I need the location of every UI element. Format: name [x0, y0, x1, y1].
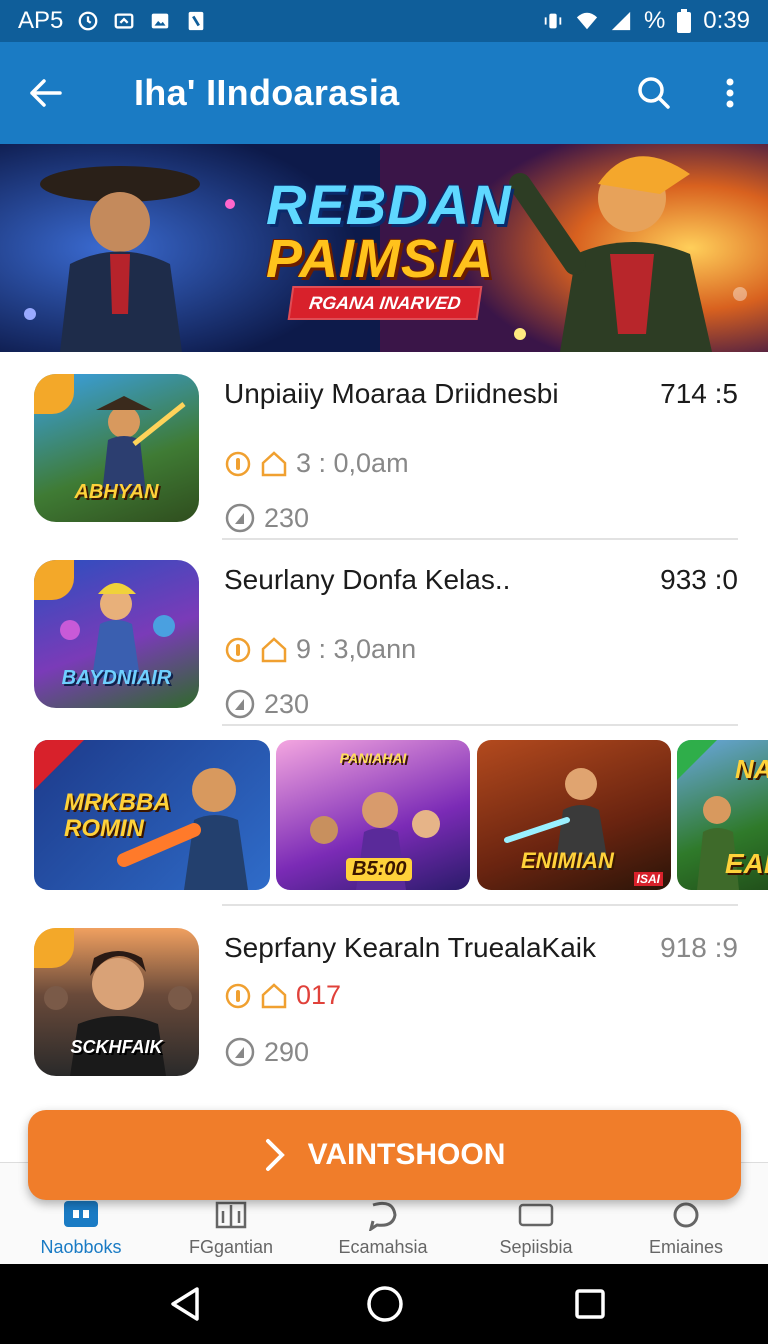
game-title: Seurlany Donfa Kelas.. [224, 564, 511, 595]
card-label: EAH [725, 848, 768, 879]
game-plays: 230 [224, 502, 309, 534]
game-title: Seprfany Kearaln TruealaKaik [224, 932, 596, 963]
game-row[interactable]: ABHYAN Unpiaiiy Moaraa Driidnesbi 714 :5… [0, 374, 768, 544]
card-label: MRKBBA ROMIN [64, 789, 170, 842]
cta-button[interactable]: VAINTSHOON [28, 1110, 741, 1200]
game-plays: 230 [224, 688, 309, 720]
game-plays: 290 [224, 1036, 309, 1068]
wifi-status-icon [576, 12, 598, 30]
chevron-right-icon [265, 1139, 285, 1171]
recents-square-icon [575, 1289, 605, 1319]
signal-status-icon [611, 11, 631, 31]
vibrate-status-icon [544, 13, 562, 29]
battery-status-icon [677, 9, 692, 33]
coin-icon [225, 451, 251, 476]
home-icon [261, 450, 287, 476]
back-triangle-icon [171, 1287, 199, 1321]
card-label: B5:00 [346, 858, 413, 881]
carousel-card[interactable]: ENIMIAN ISAI [477, 740, 671, 890]
coin-icon [225, 983, 251, 1008]
game-thumbnail: BAYDNIAIR [34, 560, 199, 708]
carousel-card[interactable]: PANIAHAI B5:00 [276, 740, 470, 890]
search-button[interactable] [616, 42, 692, 144]
game-score: 918 :9 [660, 932, 738, 963]
app-title: Iha' IIndoarasia [134, 72, 400, 113]
status-bar: AP5 % 0:39 [0, 0, 768, 42]
card-sublabel: ISAI [633, 872, 663, 886]
game-thumbnail: ABHYAN [34, 374, 199, 522]
profile-icon [673, 1202, 699, 1228]
nav-label: Sepiisbia [499, 1237, 573, 1257]
game-score: 933 :0 [660, 564, 738, 595]
game-thumbnail: SCKHFAIK [34, 928, 199, 1076]
status-time: 0:39 [703, 7, 750, 34]
thumbnail-label: ABHYAN [74, 481, 159, 503]
nav-label: FGgantian [188, 1237, 274, 1257]
cast-status-icon [114, 13, 134, 29]
card-label: ENIMIAN [521, 848, 614, 873]
cta-label: VAINTSHOON [307, 1138, 506, 1171]
carrier-label: AP5 [18, 7, 64, 34]
nav-label: Naobboks [40, 1237, 122, 1257]
banner-ribbon: RGANA INARVED [287, 286, 483, 320]
game-row[interactable]: SCKHFAIK Seprfany Kearaln TruealaKaik 91… [0, 928, 768, 1098]
banner-title-line2: PAIMSIA [266, 229, 495, 289]
play-count-icon [225, 1037, 255, 1067]
system-recents-button[interactable] [530, 1264, 650, 1344]
nav-label: Emiaines [648, 1237, 724, 1257]
home-icon [261, 982, 287, 1008]
featured-carousel[interactable]: MRKBBA ROMIN PANIAHAI B5:00 ENIMIAN ISAI… [0, 738, 768, 893]
promo-banner[interactable]: REBDAN PAIMSIA RGANA INARVED [0, 144, 768, 352]
thumbnail-label: BAYDNIAIR [61, 667, 172, 689]
card-sublabel: NA [735, 754, 768, 784]
divider [222, 724, 738, 726]
nfc-status-icon [189, 11, 204, 31]
game-meta: 9 : 3,0ann [224, 634, 416, 665]
card-sublabel: PANIAHAI [339, 750, 407, 766]
clock-status-icon [78, 11, 98, 31]
game-title: Unpiaiiy Moaraa Driidnesbi [224, 378, 559, 409]
nav-label: Ecamahsia [338, 1237, 428, 1257]
arrow-left-icon [30, 79, 62, 107]
home-circle-icon [367, 1286, 403, 1322]
divider [222, 904, 738, 906]
game-score: 714 :5 [660, 378, 738, 409]
game-meta: 3 : 0,0am [224, 448, 409, 479]
play-count-icon [225, 503, 255, 533]
game-meta-text: 3 : 0,0am [296, 448, 409, 478]
play-count-icon [225, 689, 255, 719]
more-vert-icon [726, 78, 734, 108]
home-icon [261, 636, 287, 662]
tv-icon [518, 1203, 554, 1227]
book-icon [215, 1201, 247, 1229]
battery-percent: % [643, 7, 666, 34]
thumbnail-label: SCKHFAIK [70, 1037, 163, 1057]
play-count: 230 [264, 502, 310, 533]
system-nav-bar [0, 1264, 768, 1344]
play-count: 230 [264, 688, 310, 719]
game-row[interactable]: BAYDNIAIR Seurlany Donfa Kelas.. 933 :0 … [0, 560, 768, 730]
system-home-button[interactable] [325, 1264, 445, 1344]
coin-icon [225, 637, 251, 662]
search-icon [638, 77, 670, 109]
game-meta-text: 9 : 3,0ann [296, 634, 417, 664]
chat-icon [368, 1201, 397, 1231]
home-grid-icon [64, 1201, 98, 1227]
game-meta: 017 [224, 980, 341, 1011]
carousel-card[interactable]: MRKBBA ROMIN [34, 740, 270, 890]
game-meta-text: 017 [296, 980, 342, 1010]
divider [222, 538, 738, 540]
back-button[interactable] [0, 42, 92, 144]
photo-status-icon [152, 13, 169, 29]
more-options-button[interactable] [692, 42, 768, 144]
system-back-button[interactable] [125, 1264, 245, 1344]
play-count: 290 [264, 1036, 310, 1067]
carousel-card[interactable]: NA EAH [677, 740, 768, 890]
app-bar: Iha' IIndoarasia [0, 42, 768, 144]
